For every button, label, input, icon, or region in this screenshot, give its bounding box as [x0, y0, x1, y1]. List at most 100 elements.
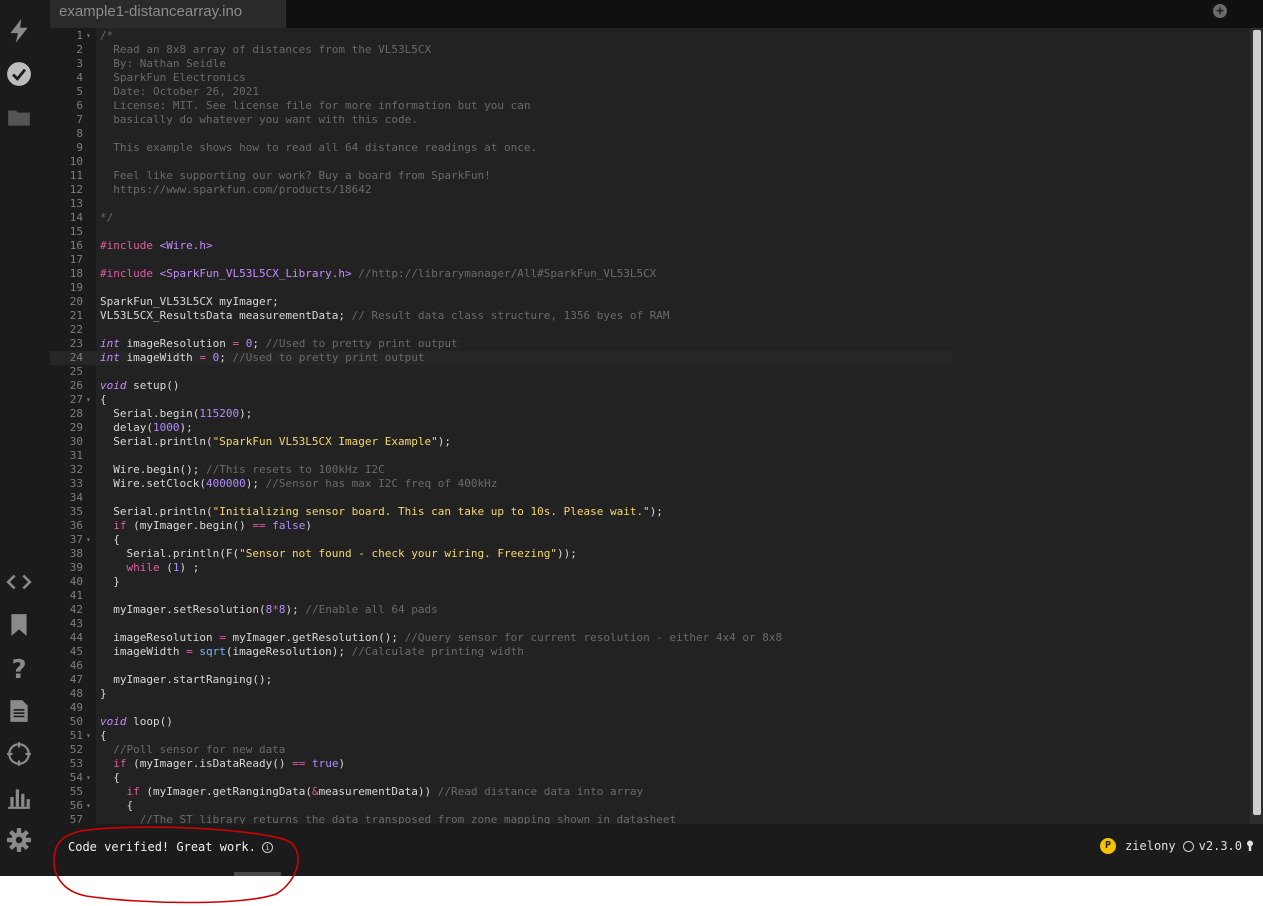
- code-line[interactable]: 26 void setup(): [50, 379, 1250, 393]
- code-line[interactable]: 39 while (1) ;: [50, 561, 1250, 575]
- code-line[interactable]: 29 delay(1000);: [50, 421, 1250, 435]
- code-line[interactable]: 15: [50, 225, 1250, 239]
- fold-arrow-icon[interactable]: ▾: [86, 729, 91, 743]
- code-line[interactable]: 46: [50, 659, 1250, 673]
- scrollbar-thumb[interactable]: [1253, 30, 1261, 815]
- tab-file[interactable]: example1-distancearray.ino: [50, 0, 286, 28]
- code-line[interactable]: 32 Wire.begin(); //This resets to 100kHz…: [50, 463, 1250, 477]
- line-code: basically do whatever you want with this…: [100, 113, 418, 127]
- code-line[interactable]: 14 */: [50, 211, 1250, 225]
- code-line[interactable]: 18 #include <SparkFun_VL53L5CX_Library.h>…: [50, 267, 1250, 281]
- line-code: myImager.setResolution(8*8); //Enable al…: [100, 603, 438, 617]
- code-line[interactable]: 38 Serial.println(F("Sensor not found - …: [50, 547, 1250, 561]
- code-token: );: [649, 505, 663, 518]
- code-line[interactable]: 37 ▾ {: [50, 533, 1250, 547]
- code-line[interactable]: 10: [50, 155, 1250, 169]
- code-line[interactable]: 50 void loop(): [50, 715, 1250, 729]
- code-line[interactable]: 25: [50, 365, 1250, 379]
- code-line[interactable]: 6 License: MIT. See license file for mor…: [50, 99, 1250, 113]
- code-line[interactable]: 13: [50, 197, 1250, 211]
- code-line[interactable]: 24 int imageWidth = 0; //Used to pretty p…: [50, 351, 952, 365]
- code-token: myImager.setResolution(: [100, 603, 266, 616]
- code-line[interactable]: 36 if (myImager.begin() == false): [50, 519, 1250, 533]
- line-number: 40: [69, 575, 83, 588]
- fold-arrow-icon[interactable]: ▾: [86, 771, 91, 785]
- code-line[interactable]: 20 SparkFun_VL53L5CX myImager;: [50, 295, 1250, 309]
- target-icon[interactable]: [4, 739, 34, 769]
- code-line[interactable]: 54 ▾ {: [50, 771, 1250, 785]
- line-code: delay(1000);: [100, 421, 193, 435]
- code-line[interactable]: 35 Serial.println("Initializing sensor b…: [50, 505, 1250, 519]
- line-number: 23: [69, 337, 83, 350]
- code-line[interactable]: 23 int imageResolution = 0; //Used to pre…: [50, 337, 1250, 351]
- code-line[interactable]: 55 if (myImager.getRangingData(&measurem…: [50, 785, 1250, 799]
- code-line[interactable]: 57 //The ST library returns the data tra…: [50, 813, 1250, 824]
- code-line[interactable]: 48}: [50, 687, 1250, 701]
- lightbulb-icon[interactable]: [1247, 840, 1253, 852]
- device-name[interactable]: zielony: [1125, 839, 1176, 853]
- code-line[interactable]: 45 imageWidth = sqrt(imageResolution); /…: [50, 645, 1250, 659]
- bookmark-icon[interactable]: [4, 610, 34, 640]
- code-icon[interactable]: [4, 567, 34, 597]
- help-icon[interactable]: ?: [4, 653, 34, 683]
- code-line[interactable]: 31: [50, 449, 1250, 463]
- code-line[interactable]: 49: [50, 701, 1250, 715]
- line-code: {: [100, 729, 107, 743]
- code-line[interactable]: 19: [50, 281, 1250, 295]
- code-line[interactable]: 9 This example shows how to read all 64 …: [50, 141, 1250, 155]
- code-token: measurementData)): [318, 785, 432, 798]
- fold-arrow-icon[interactable]: ▾: [86, 29, 91, 43]
- line-code: //The ST library returns the data transp…: [100, 813, 676, 824]
- code-line[interactable]: 56 ▾ {: [50, 799, 1250, 813]
- line-code: Read an 8x8 array of distances from the …: [100, 43, 431, 57]
- bar-chart-icon[interactable]: [4, 782, 34, 812]
- code-line[interactable]: 16 #include <Wire.h>: [50, 239, 1250, 253]
- code-line[interactable]: 43: [50, 617, 1250, 631]
- gear-icon[interactable]: [4, 825, 34, 855]
- code-line[interactable]: 22: [50, 323, 1250, 337]
- code-line[interactable]: 2 Read an 8x8 array of distances from th…: [50, 43, 1250, 57]
- code-line[interactable]: 34: [50, 491, 1250, 505]
- code-line[interactable]: 11 Feel like supporting our work? Buy a …: [50, 169, 1250, 183]
- code-line[interactable]: 21 VL53L5CX_ResultsData measurementData; …: [50, 309, 1250, 323]
- line-code: */: [100, 211, 113, 225]
- code-line[interactable]: 8: [50, 127, 1250, 141]
- code-line[interactable]: 51 ▾ {: [50, 729, 1250, 743]
- vertical-scrollbar[interactable]: [1250, 28, 1263, 824]
- device-badge[interactable]: P: [1100, 838, 1117, 854]
- code-line[interactable]: 53 if (myImager.isDataReady() == true): [50, 757, 1250, 771]
- code-line[interactable]: 17: [50, 253, 1250, 267]
- code-line[interactable]: 4 SparkFun Electronics: [50, 71, 1250, 85]
- code-line[interactable]: 42 myImager.setResolution(8*8); //Enable…: [50, 603, 1250, 617]
- code-line[interactable]: 52 //Poll sensor for new data: [50, 743, 1250, 757]
- svg-text:?: ?: [11, 655, 26, 681]
- verify-check-icon[interactable]: [4, 59, 34, 89]
- fold-arrow-icon[interactable]: ▾: [86, 799, 91, 813]
- line-code: Serial.println("Initializing sensor boar…: [100, 505, 663, 519]
- code-line[interactable]: 47 myImager.startRanging();: [50, 673, 1250, 687]
- code-line[interactable]: 28 Serial.begin(115200);: [50, 407, 1250, 421]
- line-code: VL53L5CX_ResultsData measurementData; //…: [100, 309, 670, 323]
- code-line[interactable]: 27 ▾ {: [50, 393, 1250, 407]
- document-icon[interactable]: [4, 696, 34, 726]
- folder-icon[interactable]: [4, 102, 34, 132]
- code-line[interactable]: 5 Date: October 26, 2021: [50, 85, 1250, 99]
- code-editor[interactable]: 1 ▾/* 2 Read an 8x8 array of distances fro…: [50, 28, 1250, 824]
- code-line[interactable]: 33 Wire.setClock(400000); //Sensor has m…: [50, 477, 1250, 491]
- connection-status-icon: [1182, 840, 1194, 852]
- fold-arrow-icon[interactable]: ▾: [86, 393, 91, 407]
- code-line[interactable]: 12 https://www.sparkfun.com/products/186…: [50, 183, 1250, 197]
- code-line[interactable]: 3 By: Nathan Seidle: [50, 57, 1250, 71]
- code-line[interactable]: 1 ▾ /*: [50, 29, 1250, 43]
- code-line[interactable]: 7 basically do whatever you want with th…: [50, 113, 1250, 127]
- fold-arrow-icon[interactable]: ▾: [86, 533, 91, 547]
- flash-icon[interactable]: [4, 16, 34, 46]
- code-line[interactable]: 41: [50, 589, 1250, 603]
- code-token: Read an 8x8 array of distances from the …: [100, 43, 432, 56]
- add-tab-icon[interactable]: +: [1213, 4, 1227, 18]
- code-line[interactable]: 44 imageResolution = myImager.getResolut…: [50, 631, 1250, 645]
- line-number: 21: [69, 309, 83, 322]
- code-line[interactable]: 30 Serial.println("SparkFun VL53L5CX Ima…: [50, 435, 1250, 449]
- code-line[interactable]: 40 }: [50, 575, 1250, 589]
